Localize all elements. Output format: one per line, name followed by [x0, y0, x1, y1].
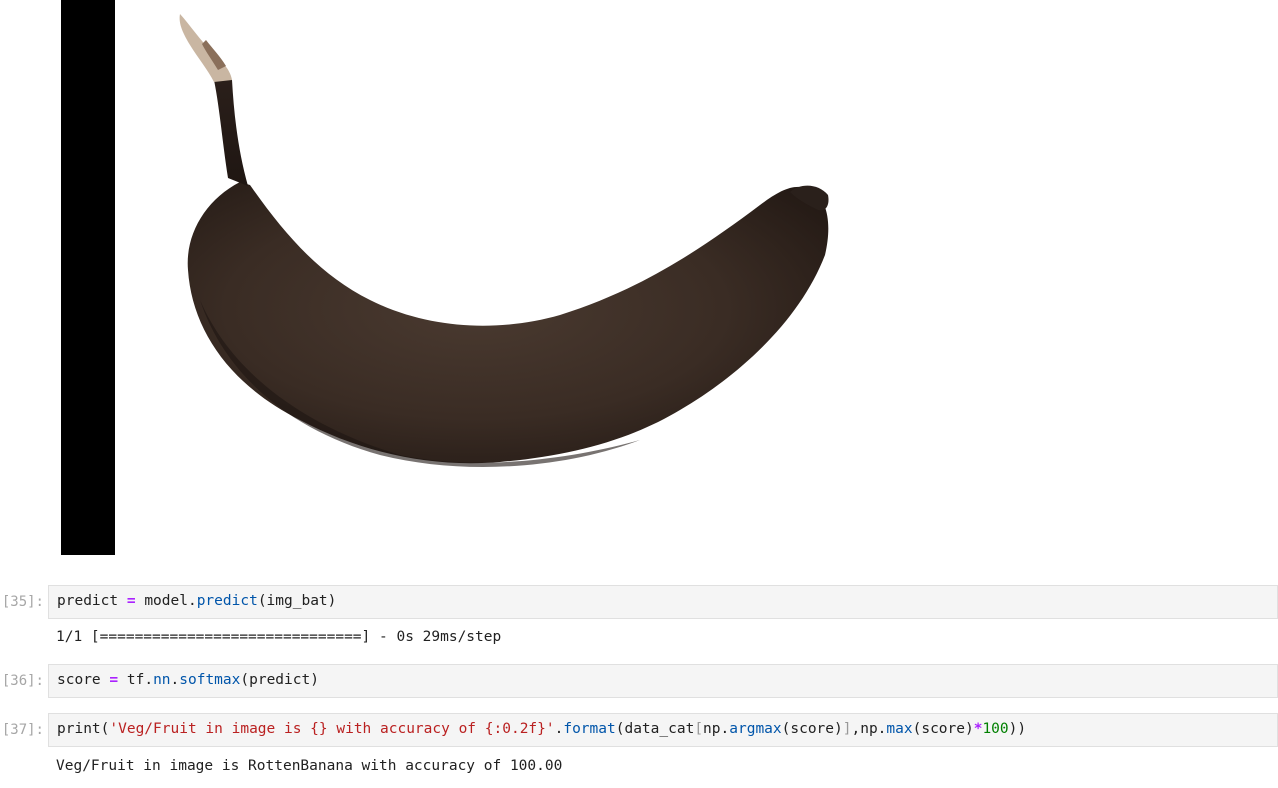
code-input[interactable]: predict = model.predict(img_bat): [48, 585, 1278, 619]
code-line: score = tf.nn.softmax(predict): [57, 672, 319, 688]
cell-prompt: [36]:: [1, 673, 44, 689]
code-line: print('Veg/Fruit in image is {} with acc…: [57, 721, 1027, 737]
code-line: predict = model.predict(img_bat): [57, 593, 337, 609]
cell-prompt: [37]:: [1, 722, 44, 738]
image-output: [0, 0, 1278, 560]
code-input[interactable]: print('Veg/Fruit in image is {} with acc…: [48, 713, 1278, 747]
cell-output: 1/1 [==============================] - 0…: [56, 629, 502, 645]
cell-prompt: [35]:: [1, 594, 44, 610]
cell-output: Veg/Fruit in image is RottenBanana with …: [56, 758, 563, 774]
code-input[interactable]: score = tf.nn.softmax(predict): [48, 664, 1278, 698]
banana-image: [179, 14, 829, 467]
